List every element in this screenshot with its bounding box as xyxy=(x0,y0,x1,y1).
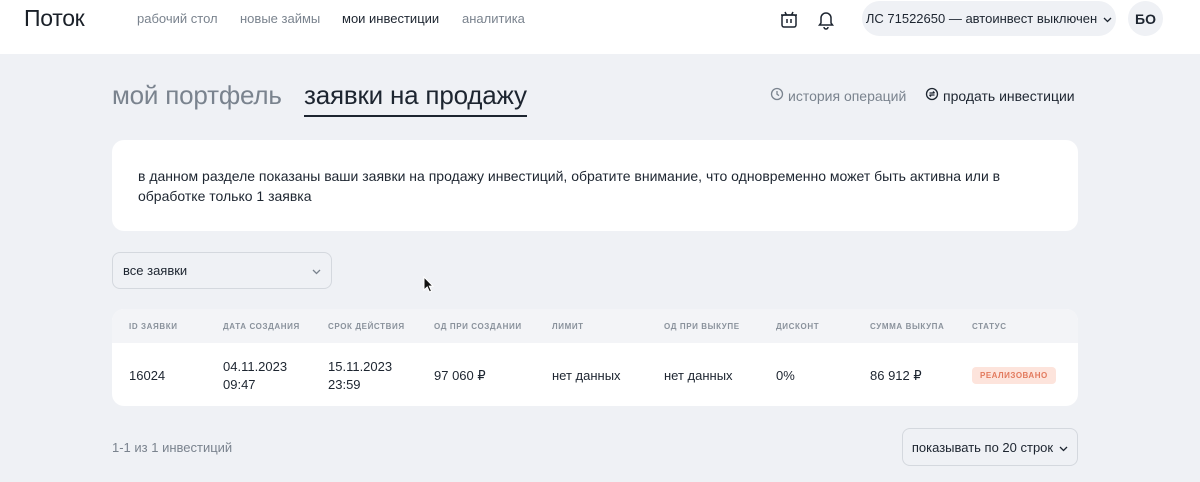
nav-item-analytics[interactable]: аналитика xyxy=(462,11,525,26)
cell-created-date: 04.11.2023 xyxy=(223,359,288,374)
results-count: 1-1 из 1 инвестиций xyxy=(112,440,233,455)
logo[interactable]: Поток xyxy=(24,5,85,32)
column-header-created: дата создания xyxy=(223,322,300,331)
top-bar: Поток рабочий стол новые займы мои инвес… xyxy=(0,0,1200,54)
filter-value: все заявки xyxy=(123,263,188,278)
chevron-down-icon xyxy=(1103,11,1112,26)
bell-icon[interactable] xyxy=(815,8,837,30)
table-header: ID заявки дата создания срок действия ОД… xyxy=(112,309,1078,343)
nav-item-new-loans[interactable]: новые займы xyxy=(240,11,320,26)
cell-id: 16024 xyxy=(129,368,166,383)
sale-requests-table: ID заявки дата создания срок действия ОД… xyxy=(112,309,1078,406)
clock-icon xyxy=(770,87,784,104)
chevron-down-icon xyxy=(1059,440,1068,455)
history-link-label: история операций xyxy=(788,87,907,104)
status-badge: реализовано xyxy=(972,367,1056,384)
requests-filter-select[interactable]: все заявки xyxy=(112,252,332,289)
info-text: в данном разделе показаны ваши заявки на… xyxy=(138,168,1001,204)
history-link[interactable]: история операций xyxy=(770,87,906,104)
basket-icon[interactable] xyxy=(778,8,800,30)
column-header-expiry: срок действия xyxy=(328,322,405,331)
cell-principal-created: 97 060 ₽ xyxy=(434,368,486,383)
cell-limit: нет данных xyxy=(552,368,621,383)
rows-per-page-select[interactable]: показывать по 20 строк xyxy=(902,428,1078,466)
info-card: в данном разделе показаны ваши заявки на… xyxy=(112,140,1078,231)
avatar[interactable]: БО xyxy=(1128,1,1163,36)
cell-created-time: 09:47 xyxy=(223,377,256,392)
cell-expiry-time: 23:59 xyxy=(328,377,361,392)
mouse-pointer-icon xyxy=(423,275,435,294)
column-header-buyback-sum: сумма выкупа xyxy=(870,322,945,331)
column-header-status: статус xyxy=(972,322,1007,331)
column-header-principal-buyback: ОД при выкупе xyxy=(664,322,740,331)
rows-per-page-label: показывать по 20 строк xyxy=(911,439,1054,455)
chevron-down-icon xyxy=(312,263,321,278)
tab-sale-requests[interactable]: заявки на продажу xyxy=(304,80,527,117)
cell-discount: 0% xyxy=(776,368,795,383)
sell-investments-link[interactable]: продать инвестиции xyxy=(925,87,1075,104)
cell-buyback-sum: 86 912 ₽ xyxy=(870,368,922,383)
tab-my-portfolio[interactable]: мой портфель xyxy=(112,80,282,111)
account-label: ЛС 71522650 — автоинвест выключен xyxy=(865,11,1098,26)
column-header-id: ID заявки xyxy=(129,322,178,331)
account-selector[interactable]: ЛС 71522650 — автоинвест выключен xyxy=(862,1,1116,36)
nav-item-desktop[interactable]: рабочий стол xyxy=(137,11,218,26)
exchange-icon xyxy=(925,87,939,104)
sell-investments-label: продать инвестиции xyxy=(943,87,1075,104)
cell-principal-buyback: нет данных xyxy=(664,368,733,383)
column-header-principal-created: ОД при создании xyxy=(434,322,522,331)
column-header-discount: дисконт xyxy=(776,322,820,331)
column-header-limit: лимит xyxy=(552,322,584,331)
cell-expiry-date: 15.11.2023 xyxy=(328,359,393,374)
nav-item-my-investments[interactable]: мои инвестиции xyxy=(342,11,439,26)
